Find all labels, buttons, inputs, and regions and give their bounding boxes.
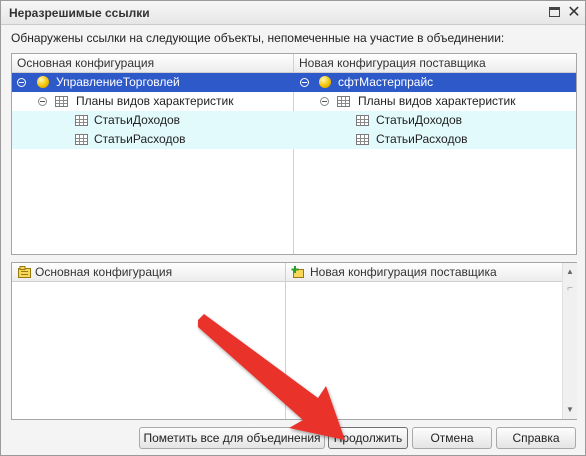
scroll-up-icon[interactable]: ▲: [563, 265, 577, 279]
scroll-position-icon: ⌐: [567, 283, 573, 294]
vertical-scrollbar[interactable]: ▲ ⌐ ▼: [562, 263, 577, 419]
catalog-icon: [75, 134, 88, 145]
tree-item-label: Планы видов характеристик: [358, 94, 516, 108]
dialog-window: Неразрешимые ссылки ✕ Обнаружены ссылки …: [0, 0, 586, 456]
catalog-icon: [75, 115, 88, 126]
tree-row-group[interactable]: Планы видов характеристик Планы видов ха…: [12, 92, 576, 111]
collapse-icon[interactable]: [38, 97, 47, 106]
column-divider: [285, 263, 286, 419]
tree-row-item[interactable]: СтатьиРасходов СтатьиРасходов: [12, 130, 576, 149]
continue-button[interactable]: Продолжить: [328, 427, 408, 449]
catalog-icon: [356, 115, 369, 126]
details-panel: Основная конфигурация Новая конфигурация…: [11, 262, 577, 420]
tree-item-label: СтатьиРасходов: [376, 132, 468, 146]
characteristic-types-icon: [55, 96, 68, 107]
column-header-main-config[interactable]: Основная конфигурация: [12, 54, 294, 73]
maximize-icon[interactable]: [545, 4, 563, 22]
column-header-label: Новая конфигурация поставщика: [310, 265, 497, 279]
collapse-icon[interactable]: [300, 78, 309, 87]
catalog-icon: [356, 134, 369, 145]
tree-item-label: СтатьиДоходов: [94, 113, 181, 127]
tree-item-label: УправлениеТорговлей: [56, 75, 180, 89]
scroll-down-icon[interactable]: ▼: [563, 403, 577, 417]
column-header-label: Основная конфигурация: [35, 265, 173, 279]
column-header-vendor-config[interactable]: Новая конфигурация поставщика: [294, 54, 576, 73]
tree-item-label: СтатьиДоходов: [376, 113, 463, 127]
tree-row-item[interactable]: СтатьиДоходов СтатьиДоходов: [12, 111, 576, 130]
characteristic-types-icon: [337, 96, 350, 107]
tree-item-label: сфтМастерпрайс: [338, 75, 434, 89]
column-header-vendor-config[interactable]: Новая конфигурация поставщика: [285, 263, 562, 282]
window-title: Неразрешимые ссылки: [9, 6, 150, 20]
close-icon[interactable]: ✕: [565, 4, 583, 22]
collapse-icon[interactable]: [320, 97, 329, 106]
cancel-button[interactable]: Отмена: [412, 427, 492, 449]
configuration-icon: [319, 76, 331, 88]
help-button[interactable]: Справка: [496, 427, 576, 449]
tree-row-root[interactable]: УправлениеТорговлей сфтМастерпрайс: [12, 73, 576, 92]
collapse-icon[interactable]: [17, 78, 26, 87]
configuration-icon: [18, 266, 31, 278]
mark-all-button[interactable]: Пометить все для объединения: [139, 427, 325, 449]
tree-item-label: Планы видов характеристик: [76, 94, 234, 108]
references-tree-panel: Основная конфигурация Новая конфигурация…: [11, 53, 577, 255]
column-header-main-config[interactable]: Основная конфигурация: [12, 263, 285, 282]
description-text: Обнаружены ссылки на следующие объекты, …: [11, 31, 505, 45]
tree-item-label: СтатьиРасходов: [94, 132, 186, 146]
configuration-icon: [37, 76, 49, 88]
title-bar: Неразрешимые ссылки ✕: [1, 1, 585, 25]
add-config-icon: [291, 266, 304, 278]
